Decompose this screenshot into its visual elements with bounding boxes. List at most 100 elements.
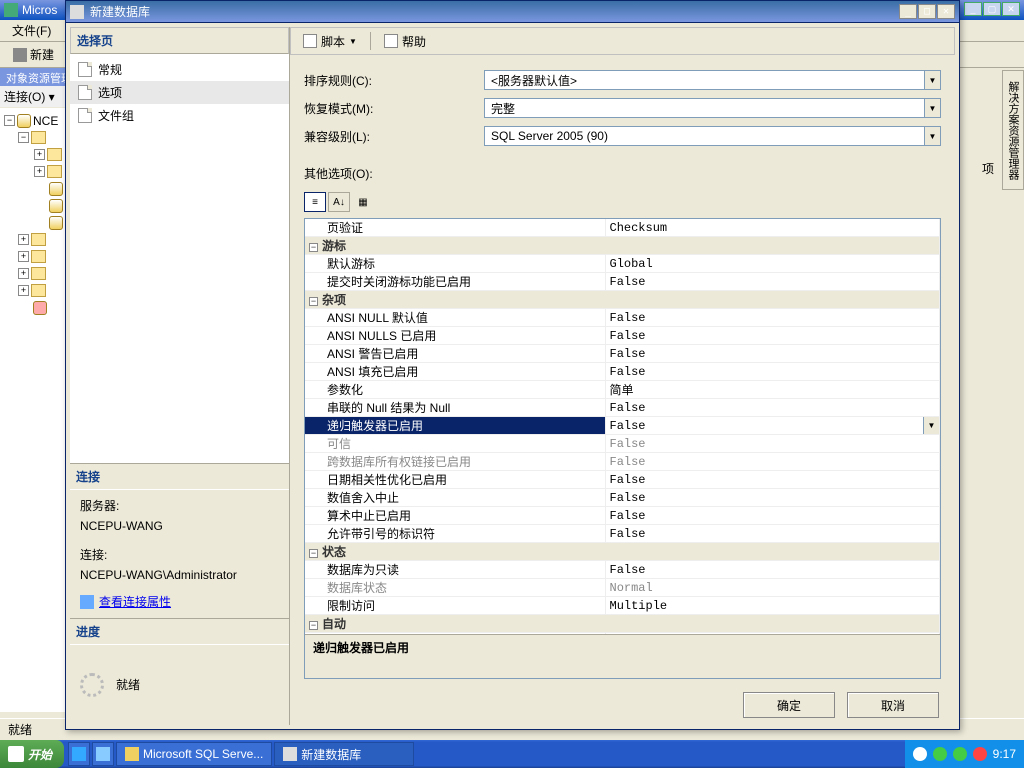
property-row[interactable]: 串联的 Null 结果为 NullFalse [305,399,940,417]
tray-icon[interactable] [953,747,967,761]
property-row[interactable]: ANSI 填充已启用False [305,363,940,381]
agent-icon [33,301,47,315]
tray-icon[interactable] [913,747,927,761]
property-category[interactable]: −杂项 [305,291,940,309]
menu-file[interactable]: 文件(F) [6,20,57,41]
maximize-icon[interactable]: ▢ [983,2,1001,16]
property-row[interactable]: 参数化简单 [305,381,940,399]
windows-taskbar: 开始 Microsoft SQL Serve... 新建数据库 9:17 [0,740,1024,768]
dialog-icon [70,5,84,19]
recovery-select[interactable]: 完整▼ [484,98,941,118]
property-row[interactable]: ANSI 警告已启用False [305,345,940,363]
close-icon[interactable]: ✕ [1002,2,1020,16]
compat-select[interactable]: SQL Server 2005 (90)▼ [484,126,941,146]
help-icon [384,34,398,48]
property-row[interactable]: 数据库状态Normal [305,579,940,597]
tray-icon[interactable] [933,747,947,761]
connection-value: NCEPU-WANG\Administrator [80,565,279,585]
nav-item-filegroups[interactable]: 文件组 [70,104,289,127]
dialog-content-pane: 脚本▼ 帮助 排序规则(C): <服务器默认值>▼ 恢复模式(M): 完整▼ 兼… [290,27,955,725]
progress-header: 进度 [70,619,289,645]
progress-status: 就绪 [116,675,140,695]
folder-icon [47,148,62,161]
taskbar-ie-quicklaunch[interactable] [68,742,90,766]
right-detail-label: 项 [982,160,994,177]
chevron-down-icon: ▼ [924,71,940,89]
nav-item-options[interactable]: 选项 [70,81,289,104]
folder-icon [47,165,62,178]
property-row[interactable]: 提交时关闭游标功能已启用False [305,273,940,291]
property-row[interactable]: 数值舍入中止False [305,489,940,507]
maximize-button[interactable]: □ [918,4,936,19]
ssms-title: Micros [22,3,57,17]
chevron-down-icon[interactable]: ▼ [923,417,939,434]
minimize-icon[interactable]: _ [964,2,982,16]
collation-label: 排序规则(C): [304,72,474,89]
property-row[interactable]: 递归触发器已启用False▼ [305,417,940,435]
taskbar-desktop-quicklaunch[interactable] [92,742,114,766]
property-row[interactable]: 数据库为只读False [305,561,940,579]
property-row[interactable]: 日期相关性优化已启用False [305,471,940,489]
ssms-icon [4,3,18,17]
property-row[interactable]: 算术中止已启用False [305,507,940,525]
script-icon [303,34,317,48]
property-row[interactable]: 页验证Checksum [305,219,940,237]
other-options-label: 其他选项(O): [304,165,941,182]
property-row[interactable]: 默认游标Global [305,255,940,273]
collation-select[interactable]: <服务器默认值>▼ [484,70,941,90]
property-row[interactable]: 允许带引号的标识符False [305,525,940,543]
ok-button[interactable]: 确定 [743,692,835,718]
property-row[interactable]: ANSI NULLS 已启用False [305,327,940,345]
progress-spinner-icon [80,673,104,697]
folder-icon [31,233,46,246]
property-category[interactable]: −游标 [305,237,940,255]
minimize-button[interactable]: _ [899,4,917,19]
compat-label: 兼容级别(L): [304,128,474,145]
database-icon [49,199,63,213]
page-icon [78,85,92,100]
help-button[interactable]: 帮助 [378,31,432,52]
server-icon [17,114,31,128]
chevron-down-icon: ▼ [924,99,940,117]
system-tray[interactable]: 9:17 [905,740,1024,768]
cancel-button[interactable]: 取消 [847,692,939,718]
taskbar-task-dialog[interactable]: 新建数据库 [274,742,414,766]
categorized-button[interactable]: ≡ [304,192,326,212]
folder-icon [31,250,46,263]
solution-explorer-tab[interactable]: 解决方案资源管理器 [1002,70,1024,190]
alphabetical-button[interactable]: A↓ [328,192,350,212]
property-row[interactable]: 跨数据库所有权链接已启用False [305,453,940,471]
new-query-button[interactable]: 新建 [6,43,61,66]
server-value: NCEPU-WANG [80,516,279,536]
property-row[interactable]: 限制访问Multiple [305,597,940,615]
desktop-icon [96,747,110,761]
database-icon [49,216,63,230]
clock[interactable]: 9:17 [993,747,1016,761]
chevron-down-icon: ▼ [349,37,357,46]
close-button[interactable]: ✕ [937,4,955,19]
folder-icon [31,284,46,297]
database-icon [49,182,63,196]
content-toolbar: 脚本▼ 帮助 [290,27,955,55]
connect-dropdown[interactable]: 连接(O) ▾ [4,88,55,105]
view-connection-properties-link[interactable]: 查看连接属性 [80,592,279,612]
dialog-nav-panel: 选择页 常规 选项 文件组 连接 服务器: NCEPU-WANG 连接: NCE… [70,27,290,725]
property-category[interactable]: −状态 [305,543,940,561]
dialog-button-row: 确定 取消 [290,685,955,725]
folder-icon [31,131,46,144]
property-row[interactable]: ANSI NULL 默认值False [305,309,940,327]
property-row[interactable]: 可信False [305,435,940,453]
start-button[interactable]: 开始 [0,740,64,768]
taskbar-task-ssms[interactable]: Microsoft SQL Serve... [116,742,272,766]
nav-item-general[interactable]: 常规 [70,58,289,81]
recovery-label: 恢复模式(M): [304,100,474,117]
property-pages-button[interactable]: ▦ [352,192,374,212]
property-category[interactable]: −自动 [305,615,940,633]
property-grid-toolbar: ≡ A↓ ▦ [304,192,941,212]
windows-flag-icon [8,746,24,762]
property-grid[interactable]: 页验证Checksum−游标默认游标Global提交时关闭游标功能已启用Fals… [304,218,941,679]
properties-icon [80,595,94,609]
chevron-down-icon: ▼ [924,127,940,145]
security-shield-icon[interactable] [973,747,987,761]
script-button[interactable]: 脚本▼ [297,31,363,52]
